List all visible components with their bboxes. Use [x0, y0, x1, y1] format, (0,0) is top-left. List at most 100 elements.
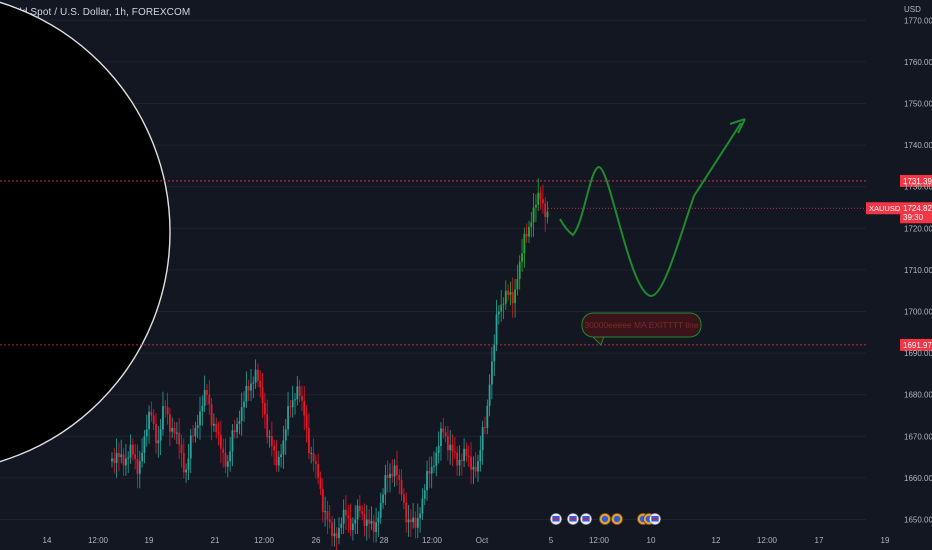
- time-tick-label: 12:00: [757, 536, 778, 545]
- candle: [396, 465, 398, 476]
- candle: [217, 432, 220, 435]
- flag-icon[interactable]: [550, 513, 562, 525]
- flag-icon[interactable]: [567, 513, 579, 525]
- candle: [426, 470, 428, 491]
- candle: [354, 519, 357, 524]
- candle: [484, 427, 486, 429]
- candle: [500, 304, 503, 312]
- candle: [465, 448, 468, 456]
- price-tick-label: 1760.00: [904, 58, 932, 67]
- candle: [407, 519, 410, 523]
- candle: [521, 253, 523, 262]
- candle: [222, 448, 225, 453]
- candle: [502, 303, 505, 305]
- candle: [488, 384, 491, 406]
- price-tick-label: 1670.00: [904, 432, 932, 441]
- time-tick-label: 12:00: [589, 536, 610, 545]
- candle: [447, 436, 449, 451]
- candle: [173, 427, 176, 434]
- candle: [365, 519, 368, 526]
- candle: [372, 520, 375, 532]
- candle: [243, 401, 245, 408]
- price-chart[interactable]: 1731.391691.97XAUUSD 1724.8239:30 30000ee…: [0, 0, 932, 550]
- price-tick-label: 1730.00: [904, 183, 932, 192]
- candle: [361, 511, 364, 514]
- candle: [525, 233, 528, 237]
- candle: [113, 458, 116, 464]
- coin-icon[interactable]: [611, 513, 624, 526]
- price-tick-label: 1750.00: [904, 100, 932, 109]
- candle: [273, 446, 276, 451]
- candle: [389, 473, 391, 478]
- candle: [203, 390, 206, 406]
- candle: [199, 411, 201, 426]
- coin-icon[interactable]: [599, 513, 612, 526]
- price-tick-label: 1740.00: [904, 141, 932, 150]
- candle: [416, 518, 419, 528]
- candle: [196, 425, 199, 428]
- candle: [155, 423, 157, 444]
- candle: [301, 396, 303, 401]
- candle: [229, 451, 232, 462]
- candle: [379, 502, 382, 518]
- candle: [481, 427, 484, 451]
- symbol-label: XAUUSD: [869, 204, 901, 213]
- candle: [451, 444, 454, 452]
- candle: [294, 399, 296, 401]
- candle: [148, 411, 150, 430]
- candle: [166, 407, 169, 415]
- time-tick-label: Oct: [476, 536, 489, 545]
- candle: [185, 469, 187, 473]
- time-tick-label: 26: [312, 536, 321, 545]
- flag-icon[interactable]: [580, 513, 592, 525]
- candle: [231, 430, 234, 452]
- candle: [516, 279, 519, 290]
- candle: [240, 407, 243, 422]
- candle: [136, 458, 139, 474]
- flag-icon[interactable]: [649, 513, 661, 525]
- candle: [111, 458, 113, 462]
- candle: [491, 361, 493, 385]
- candle: [310, 452, 313, 454]
- candle: [442, 428, 445, 433]
- candle: [458, 459, 461, 466]
- candle: [463, 448, 465, 461]
- candle: [180, 444, 183, 453]
- candle: [247, 385, 250, 391]
- candle: [127, 457, 130, 459]
- candle: [403, 494, 405, 503]
- candle: [537, 192, 540, 205]
- candle: [238, 421, 241, 424]
- candle: [493, 344, 496, 362]
- candle: [349, 518, 352, 531]
- time-tick-label: 12: [712, 536, 721, 545]
- price-tick-label: 1690.00: [904, 349, 932, 358]
- candle: [386, 475, 389, 478]
- annotation-callout[interactable]: 30000eeeee MA EXITTTT line: [581, 312, 702, 346]
- time-axis[interactable]: 14 12:00 19 21 12:00 26 28 12:00 Oct 5 12:00 10 12 12…: [43, 536, 890, 545]
- candle: [456, 452, 459, 466]
- candle: [254, 369, 257, 383]
- candle: [321, 488, 324, 513]
- candle: [377, 517, 380, 523]
- price-axis[interactable]: 1650.00 1660.00 1670.00 1680.00 1690.00 1700.…: [904, 16, 932, 524]
- price-tick-label: 1660.00: [904, 474, 932, 483]
- candle: [268, 436, 271, 438]
- candle: [356, 505, 359, 520]
- candle: [393, 465, 396, 477]
- price-tick-label: 1720.00: [904, 224, 932, 233]
- candle: [440, 428, 442, 447]
- flag-stripe: [582, 518, 590, 520]
- candle: [266, 414, 269, 438]
- candle: [208, 394, 211, 405]
- candle: [370, 520, 373, 524]
- candle: [539, 192, 542, 200]
- candle: [342, 509, 345, 524]
- candle: [210, 404, 213, 426]
- candle: [157, 440, 160, 444]
- price-tick-label: 1700.00: [904, 308, 932, 317]
- candle: [296, 386, 299, 400]
- candle: [275, 450, 278, 466]
- candle: [326, 511, 329, 520]
- candle: [233, 430, 236, 433]
